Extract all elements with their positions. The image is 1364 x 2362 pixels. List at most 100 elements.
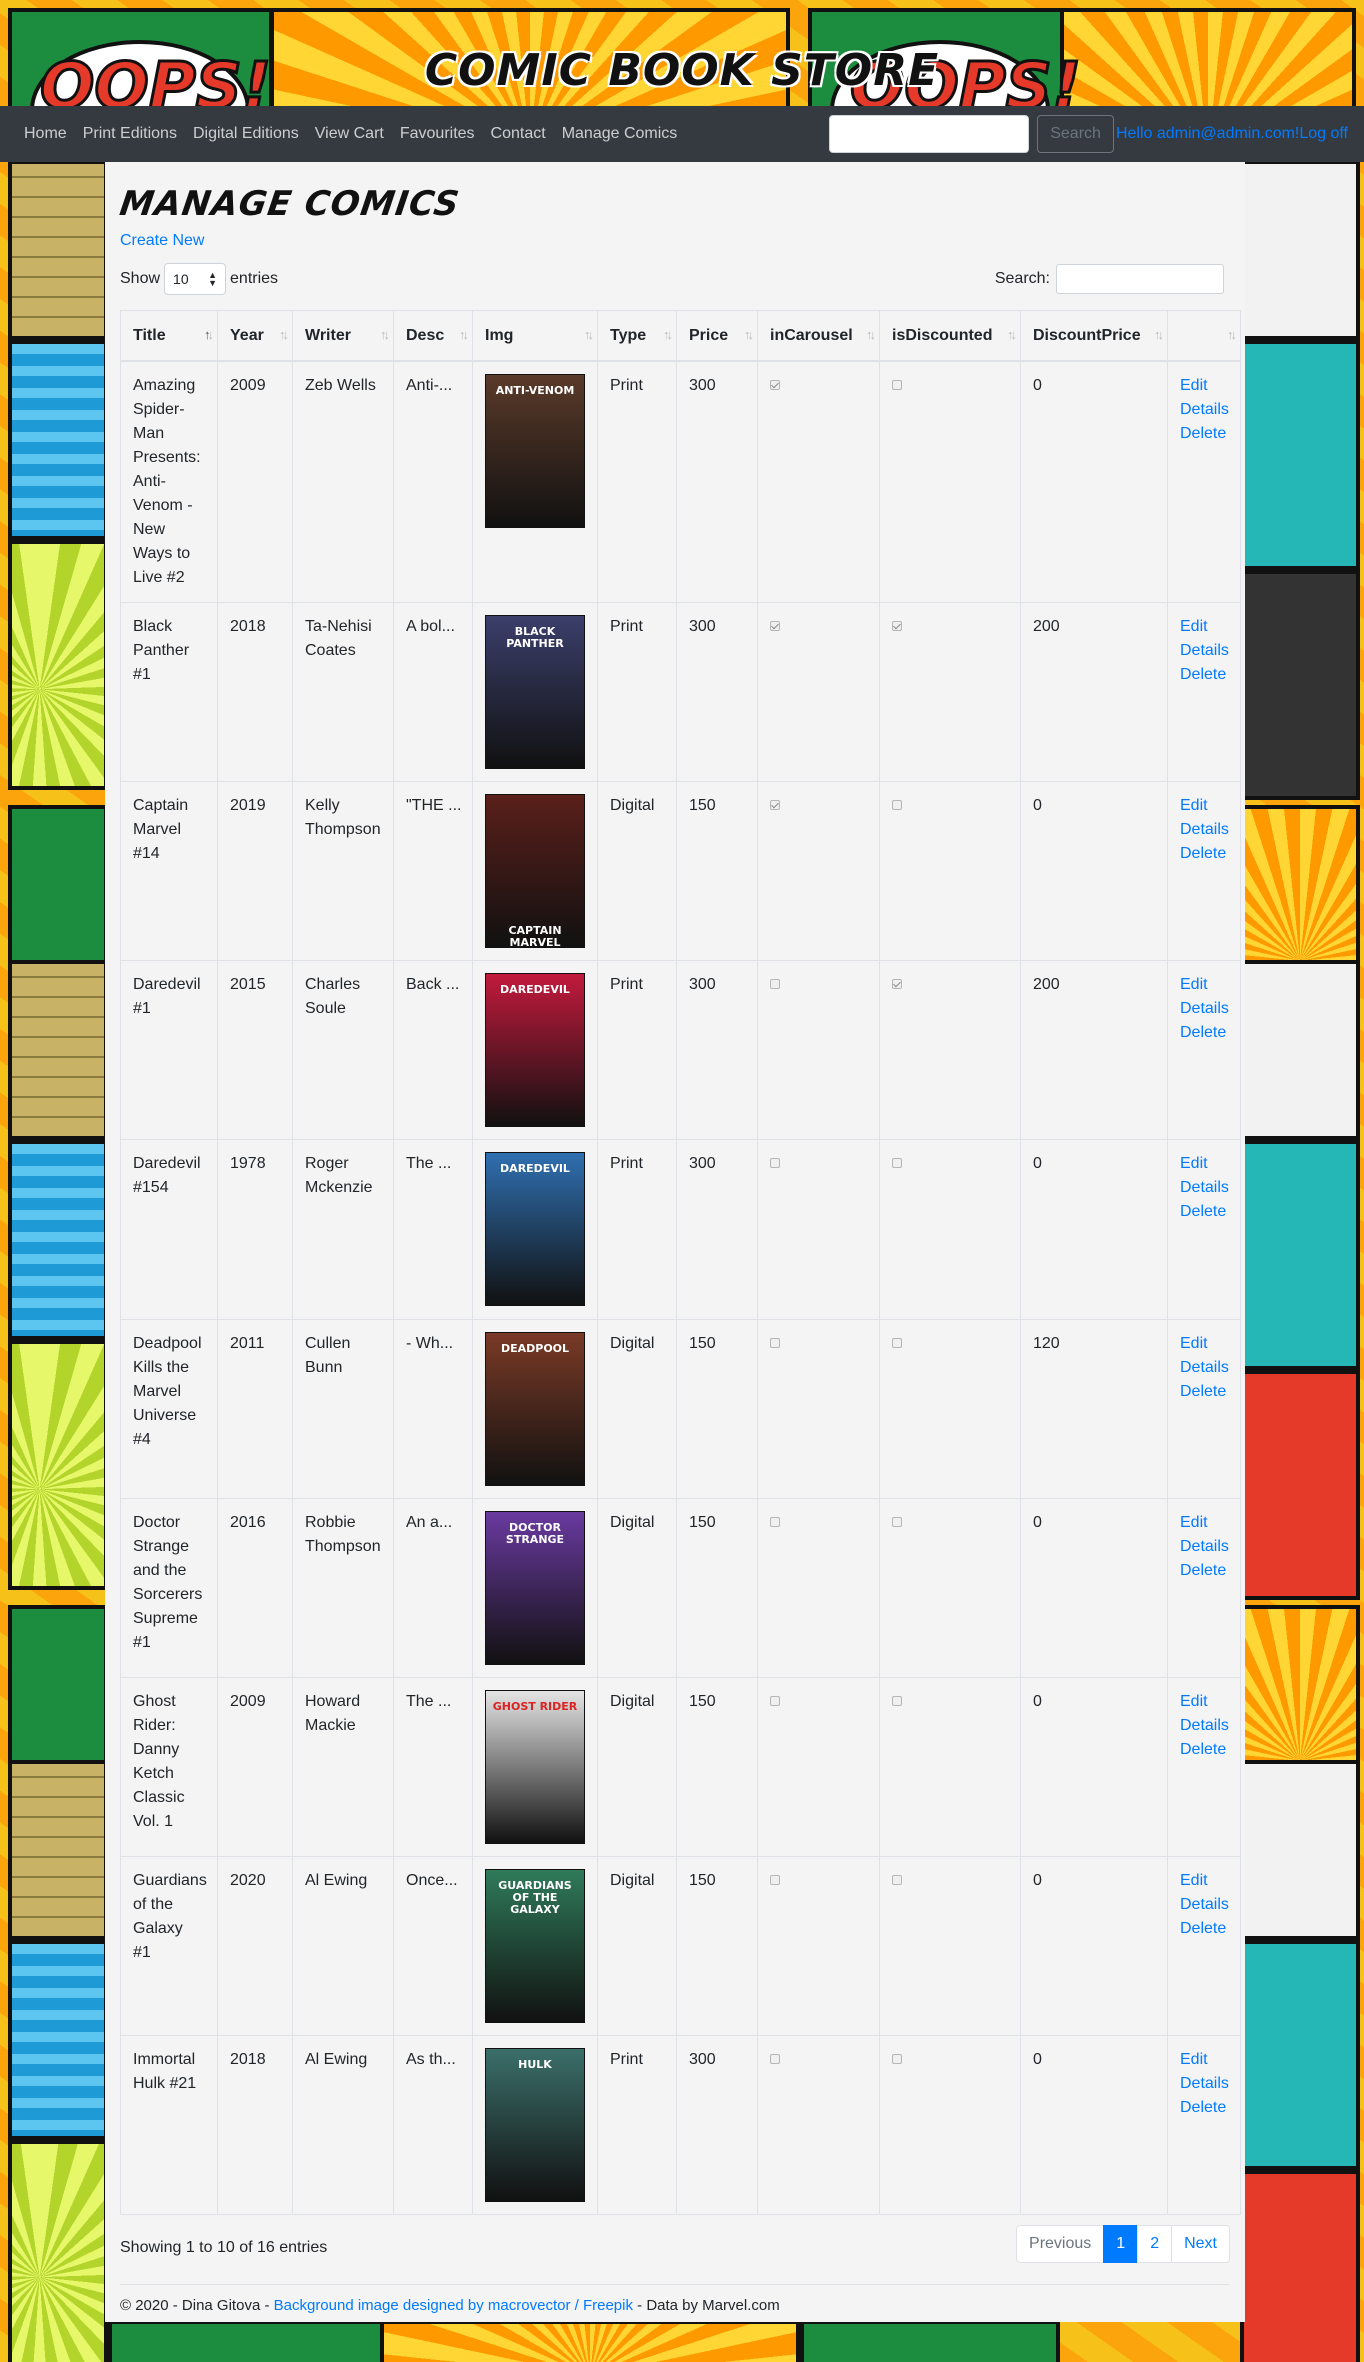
- incarousel-checkbox[interactable]: [770, 1517, 780, 1527]
- nav-view-cart[interactable]: View Cart: [307, 125, 392, 143]
- cell-incarousel: [757, 960, 880, 1140]
- cell-title: Guardians of the Galaxy #1: [120, 1856, 218, 2036]
- cell-discountprice: 0: [1020, 1139, 1168, 1320]
- delete-link[interactable]: Delete: [1180, 2096, 1228, 2120]
- details-link[interactable]: Details: [1180, 639, 1229, 663]
- show-label: Show: [120, 270, 161, 287]
- col-title-header[interactable]: Title ↑↓: [120, 310, 218, 362]
- col-incarousel-header[interactable]: inCarousel ↑↓: [757, 310, 880, 362]
- incarousel-checkbox[interactable]: [770, 1338, 780, 1348]
- edit-link[interactable]: Edit: [1180, 1511, 1228, 1535]
- create-new-link[interactable]: Create New: [120, 232, 204, 250]
- pagination-page-2[interactable]: 2: [1137, 2225, 1173, 2263]
- nav-print-editions[interactable]: Print Editions: [75, 125, 185, 143]
- cell-isdiscounted: [879, 602, 1021, 782]
- col-year-header[interactable]: Year ↑↓: [217, 310, 293, 362]
- incarousel-checkbox[interactable]: [770, 2054, 780, 2064]
- isdiscounted-checkbox[interactable]: [892, 1517, 902, 1527]
- page-length-select[interactable]: 10 ▲ ▼: [164, 263, 227, 295]
- col-price-header[interactable]: Price ↑↓: [676, 310, 758, 362]
- table-search-input[interactable]: [1056, 264, 1224, 294]
- incarousel-checkbox[interactable]: [770, 979, 780, 989]
- nav-favourites[interactable]: Favourites: [392, 125, 483, 143]
- edit-link[interactable]: Edit: [1180, 1690, 1228, 1714]
- cell-price: 150: [676, 1319, 758, 1499]
- isdiscounted-checkbox[interactable]: [892, 1158, 902, 1168]
- details-link[interactable]: Details: [1180, 818, 1229, 842]
- nav-home[interactable]: Home: [16, 125, 75, 143]
- isdiscounted-checkbox[interactable]: [892, 979, 902, 989]
- delete-link[interactable]: Delete: [1180, 663, 1228, 687]
- delete-link[interactable]: Delete: [1180, 422, 1228, 446]
- edit-link[interactable]: Edit: [1180, 973, 1228, 997]
- table-row: Captain Marvel #14 2019 Kelly Thompson "THE…: [120, 781, 1241, 961]
- nav-manage-comics[interactable]: Manage Comics: [554, 125, 686, 143]
- footer-copyright: © 2020 - Dina Gitova -: [120, 2297, 270, 2314]
- incarousel-checkbox[interactable]: [770, 1696, 780, 1706]
- isdiscounted-checkbox[interactable]: [892, 380, 902, 390]
- isdiscounted-checkbox[interactable]: [892, 1338, 902, 1348]
- cell-year: 2018: [217, 2035, 293, 2215]
- nav-search-button[interactable]: Search: [1037, 115, 1114, 153]
- delete-link[interactable]: Delete: [1180, 1738, 1228, 1762]
- cell-year: 2009: [217, 360, 293, 603]
- col-writer-header[interactable]: Writer ↑↓: [292, 310, 394, 362]
- nav-contact[interactable]: Contact: [483, 125, 554, 143]
- details-link[interactable]: Details: [1180, 1176, 1229, 1200]
- delete-link[interactable]: Delete: [1180, 842, 1228, 866]
- cell-year: 2015: [217, 960, 293, 1140]
- cell-type: Print: [597, 960, 677, 1140]
- nav-digital-editions[interactable]: Digital Editions: [185, 125, 307, 143]
- pagination-next[interactable]: Next: [1171, 2225, 1230, 2263]
- col-actions-header[interactable]: ↑↓: [1167, 310, 1241, 362]
- incarousel-checkbox[interactable]: [770, 1875, 780, 1885]
- incarousel-checkbox[interactable]: [770, 800, 780, 810]
- details-link[interactable]: Details: [1180, 2072, 1229, 2096]
- details-link[interactable]: Details: [1180, 1535, 1229, 1559]
- edit-link[interactable]: Edit: [1180, 374, 1228, 398]
- col-discountprice-header[interactable]: DiscountPrice ↑↓: [1020, 310, 1168, 362]
- isdiscounted-checkbox[interactable]: [892, 800, 902, 810]
- delete-link[interactable]: Delete: [1180, 1380, 1228, 1404]
- edit-link[interactable]: Edit: [1180, 1332, 1228, 1356]
- col-img-header[interactable]: Img ↑↓: [472, 310, 598, 362]
- col-desc-header[interactable]: Desc ↑↓: [393, 310, 473, 362]
- isdiscounted-checkbox[interactable]: [892, 1696, 902, 1706]
- edit-link[interactable]: Edit: [1180, 1869, 1228, 1893]
- cell-price: 300: [676, 1139, 758, 1320]
- user-greeting-link[interactable]: Hello admin@admin.com!: [1116, 125, 1299, 143]
- cell-desc: Back ...: [393, 960, 473, 1140]
- table-row: Immortal Hulk #21 2018 Al Ewing As th... HUL…: [120, 2035, 1241, 2215]
- details-link[interactable]: Details: [1180, 997, 1229, 1021]
- delete-link[interactable]: Delete: [1180, 1917, 1228, 1941]
- pagination-page-1[interactable]: 1: [1103, 2225, 1139, 2263]
- cell-year: 2020: [217, 1856, 293, 2036]
- sort-icon: ↑↓: [380, 327, 390, 342]
- incarousel-checkbox[interactable]: [770, 380, 780, 390]
- incarousel-checkbox[interactable]: [770, 1158, 780, 1168]
- cell-type: Print: [597, 360, 677, 603]
- cell-price: 300: [676, 602, 758, 782]
- edit-link[interactable]: Edit: [1180, 1152, 1228, 1176]
- logoff-link[interactable]: Log off: [1299, 125, 1348, 143]
- edit-link[interactable]: Edit: [1180, 2048, 1228, 2072]
- details-link[interactable]: Details: [1180, 398, 1229, 422]
- footer-bg-credit-link[interactable]: Background image designed by macrovector…: [274, 2297, 633, 2314]
- edit-link[interactable]: Edit: [1180, 615, 1228, 639]
- incarousel-checkbox[interactable]: [770, 621, 780, 631]
- details-link[interactable]: Details: [1180, 1893, 1229, 1917]
- isdiscounted-checkbox[interactable]: [892, 621, 902, 631]
- pagination-previous[interactable]: Previous: [1016, 2225, 1105, 2263]
- isdiscounted-checkbox[interactable]: [892, 2054, 902, 2064]
- cover-title: CAPTAIN MARVEL: [508, 924, 562, 948]
- col-isdiscounted-header[interactable]: isDiscounted ↑↓: [879, 310, 1021, 362]
- nav-search-input[interactable]: [829, 115, 1030, 153]
- edit-link[interactable]: Edit: [1180, 794, 1228, 818]
- delete-link[interactable]: Delete: [1180, 1021, 1228, 1045]
- details-link[interactable]: Details: [1180, 1356, 1229, 1380]
- col-type-header[interactable]: Type ↑↓: [597, 310, 677, 362]
- isdiscounted-checkbox[interactable]: [892, 1875, 902, 1885]
- delete-link[interactable]: Delete: [1180, 1200, 1228, 1224]
- details-link[interactable]: Details: [1180, 1714, 1229, 1738]
- delete-link[interactable]: Delete: [1180, 1559, 1228, 1583]
